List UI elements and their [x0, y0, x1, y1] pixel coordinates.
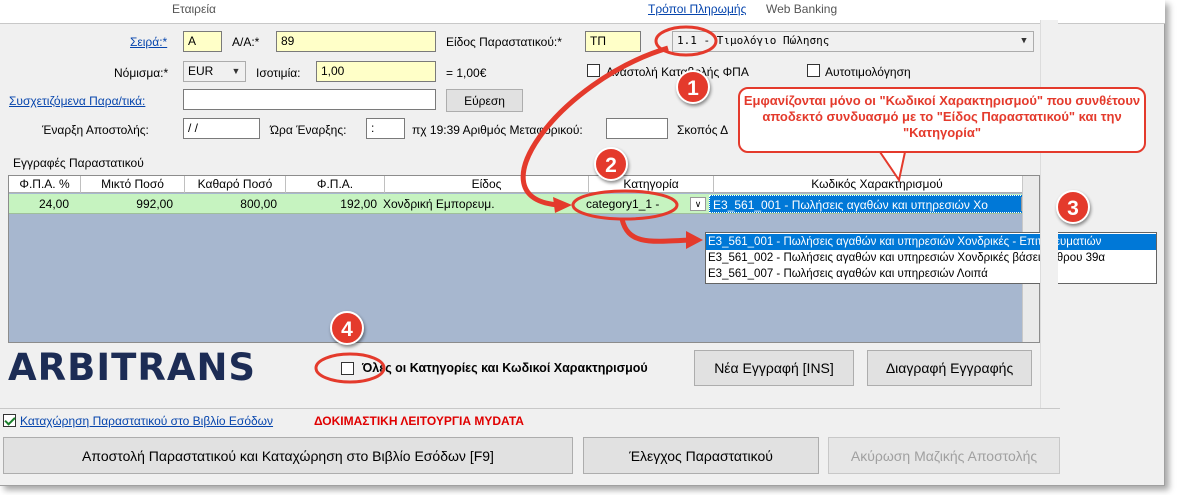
callout-note: Εμφανίζονται μόνο οι "Κωδικοί Χαρακτηρισ…: [738, 87, 1146, 153]
step-badge-2: 2: [594, 147, 628, 181]
step-badge-4: 4: [330, 311, 364, 345]
vat-suspension-label: Αναστολή Καταβολής ΦΠΑ: [606, 65, 749, 79]
vat-suspension-checkbox[interactable]: [587, 64, 600, 77]
code-dropdown-list[interactable]: E3_561_001 - Πωλήσεις αγαθών και υπηρεσι…: [705, 232, 1157, 284]
search-button[interactable]: Εύρεση: [446, 89, 523, 112]
column-header-vat[interactable]: Φ.Π.Α.: [286, 176, 385, 193]
check-document-button[interactable]: Έλεγχος Παραστατικού: [583, 437, 819, 474]
register-link[interactable]: Καταχώρηση Παραστατικού στο Βιβλίο Εσόδω…: [20, 414, 273, 428]
column-header-gross[interactable]: Μικτό Ποσό: [81, 176, 185, 193]
tab-web-banking[interactable]: Web Banking: [766, 2, 837, 16]
arbitrans-logo: ARBITRANS: [8, 346, 257, 389]
vehicle-label: πχ 19:39 Αριθμός Μεταφορικού:: [412, 123, 583, 137]
tab-payment-methods[interactable]: Τρόποι Πληρωμής: [648, 2, 746, 16]
doc-type-select[interactable]: 1.1 - Τιμολόγιο Πώλησης ▼: [672, 31, 1034, 52]
start-dispatch-label: Έναρξη Αποστολής:: [42, 123, 149, 137]
cancel-bulk-send-button[interactable]: Ακύρωση Μαζικής Αποστολής: [828, 437, 1060, 474]
step-badge-1: 1: [676, 70, 710, 104]
currency-select[interactable]: EUR ▼: [183, 61, 246, 82]
aa-input[interactable]: 89: [276, 31, 436, 52]
doc-type-label: Είδος Παραστατικού:*: [446, 35, 562, 49]
self-invoice-checkbox[interactable]: [807, 64, 820, 77]
start-dispatch-input[interactable]: / /: [183, 118, 260, 139]
cell-category[interactable]: category1_1 -: [584, 194, 696, 214]
cell-item[interactable]: Χονδρική Εμπορευμ.: [381, 194, 587, 214]
series-input[interactable]: A: [183, 31, 222, 52]
series-label-link[interactable]: Σειρά:*: [130, 35, 167, 49]
new-entry-button[interactable]: Νέα Εγγραφή [INS]: [694, 350, 854, 386]
purpose-label: Σκοπός Δ: [677, 123, 729, 137]
column-header-vat-pct[interactable]: Φ.Π.Α. %: [9, 176, 81, 193]
cell-vat-pct[interactable]: 24,00: [9, 194, 73, 214]
dropdown-arrow-icon[interactable]: ∨: [690, 197, 706, 211]
currency-label: Νόμισμα:*: [114, 66, 169, 80]
tab-strip: Εταιρεία Τρόποι Πληρωμής Web Banking: [0, 0, 1165, 24]
cell-vat[interactable]: 192,00: [286, 194, 381, 214]
cell-net[interactable]: 800,00: [185, 194, 281, 214]
invoice-window: Εταιρεία Τρόποι Πληρωμής Web Banking Σει…: [0, 0, 1165, 486]
column-header-net[interactable]: Καθαρό Ποσό: [185, 176, 286, 193]
delete-entry-button[interactable]: Διαγραφή Εγγραφής: [867, 350, 1032, 386]
table-row[interactable]: 24,00 992,00 800,00 192,00 Χονδρική Εμπο…: [9, 194, 1039, 214]
register-checkbox[interactable]: [3, 414, 16, 427]
doc-type-code-input[interactable]: ΤΠ: [585, 31, 641, 52]
dropdown-option[interactable]: E3_561_007 - Πωλήσεις αγαθών και υπηρεσι…: [706, 266, 1156, 282]
aa-label: Α/Α:*: [232, 35, 260, 49]
tab-company[interactable]: Εταιρεία: [172, 2, 216, 16]
all-categories-label: Όλες οι Κατηγορίες και Κωδικοί Χαρακτηρι…: [362, 361, 648, 375]
test-mode-label: ΔΟΚΙΜΑΣΤΙΚΗ ΛΕΙΤΟΥΡΓΙΑ MYDATA: [314, 414, 524, 428]
doc-type-select-value: 1.1 - Τιμολόγιο Πώλησης: [677, 34, 830, 47]
related-docs-link[interactable]: Συσχετιζόμενα Παρα/τικά:: [9, 94, 145, 108]
currency-select-value: EUR: [188, 64, 214, 78]
cell-gross[interactable]: 992,00: [81, 194, 177, 214]
dropdown-arrow-icon: ▼: [1021, 36, 1027, 46]
entries-section-title: Εγγραφές Παραστατικού: [13, 156, 144, 170]
dropdown-option[interactable]: E3_561_001 - Πωλήσεις αγαθών και υπηρεσι…: [706, 234, 1156, 250]
send-and-register-button[interactable]: Αποστολή Παραστατικού και Καταχώρηση στο…: [3, 437, 573, 474]
step-badge-3: 3: [1056, 190, 1090, 224]
start-time-label: Ώρα Έναρξης:: [270, 123, 347, 137]
divider: [0, 408, 1060, 409]
cell-code-value: E3_561_001 - Πωλήσεις αγαθών και υπηρεσι…: [713, 198, 988, 212]
vehicle-input[interactable]: [606, 118, 668, 139]
form-scrollbar[interactable]: [1040, 20, 1058, 408]
cell-code-select[interactable]: E3_561_001 - Πωλήσεις αγαθών και υπηρεσι…: [709, 195, 1027, 213]
column-header-item[interactable]: Είδος: [385, 176, 589, 193]
dropdown-arrow-icon: ▼: [231, 66, 241, 76]
start-time-input[interactable]: :: [366, 118, 405, 139]
self-invoice-label: Αυτοτιμολόγηση: [825, 65, 911, 79]
related-docs-input[interactable]: [183, 89, 436, 110]
all-categories-checkbox[interactable]: [341, 362, 354, 375]
dropdown-option[interactable]: E3_561_002 - Πωλήσεις αγαθών και υπηρεσι…: [706, 250, 1156, 266]
parity-equivalent: = 1,00€: [446, 66, 487, 80]
parity-input[interactable]: 1,00: [316, 61, 436, 82]
grid-header: Φ.Π.Α. % Μικτό Ποσό Καθαρό Ποσό Φ.Π.Α. Ε…: [9, 176, 1039, 193]
column-header-code[interactable]: Κωδικός Χαρακτηρισμού: [714, 176, 1039, 193]
parity-label: Ισοτιμία:: [256, 66, 301, 80]
